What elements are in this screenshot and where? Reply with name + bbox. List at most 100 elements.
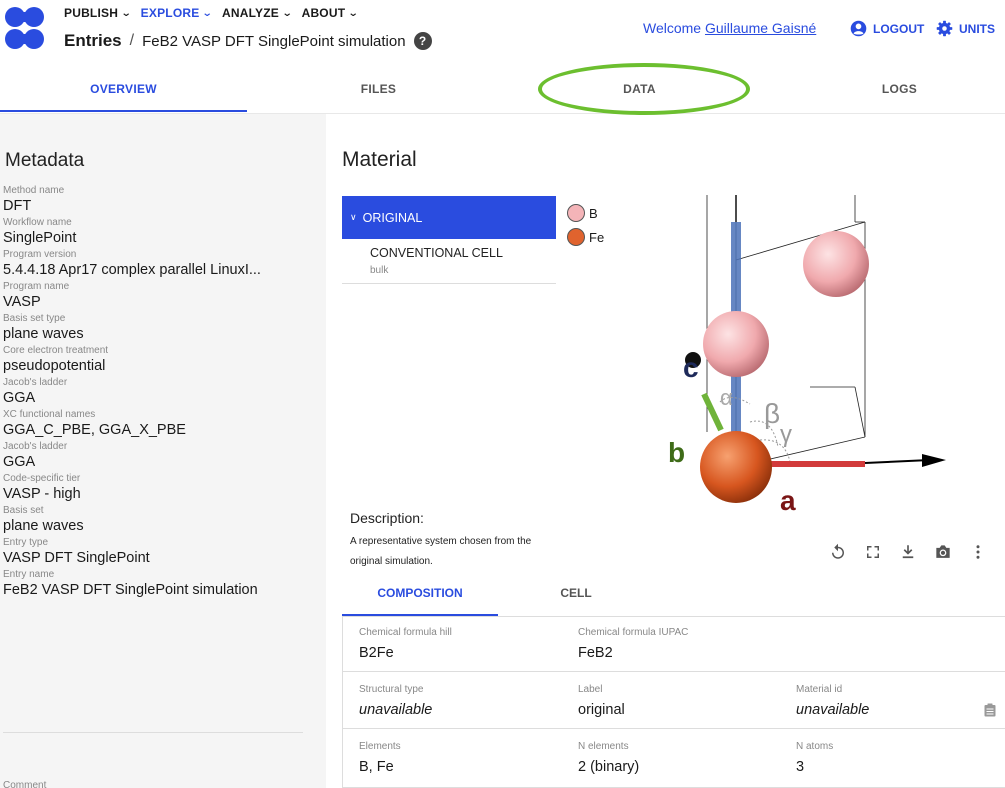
breadcrumb: Entries / FeB2 VASP DFT SinglePoint simu… [64,31,432,51]
material-title: Material [342,148,417,171]
legend-swatch-b [567,204,585,222]
reset-view-icon [832,543,844,559]
atom-fe-1[interactable] [700,431,772,503]
nav-about[interactable]: ABOUT ⌄ [301,6,360,20]
units-button[interactable]: UNITS [936,20,995,37]
alpha-label: α [720,385,733,410]
metadata-field-value: VASP DFT SinglePoint [3,550,150,566]
tree-item-original-label: ORIGINAL [362,210,423,225]
metadata-field-label: Jacob's ladder [3,441,68,452]
metadata-field-label: Basis set [3,505,44,516]
welcome-message: Welcome Guillaume Gaisné [643,20,816,36]
gear-icon [936,20,953,37]
metadata-field-value: GGA [3,454,36,470]
more-options-button[interactable] [968,542,988,562]
download-button[interactable] [898,542,918,562]
metadata-field-value: GGA [3,390,36,406]
camera-icon [936,545,950,558]
beta-label: β [764,398,780,429]
app-header: PUBLISH ⌄ EXPLORE ⌄ ANALYZE ⌄ ABOUT ⌄ En… [0,0,1005,64]
metadata-field-value: FeB2 VASP DFT SinglePoint simulation [3,582,258,598]
formula-iupac-value: FeB2 [578,645,613,661]
tree-item-conventional-cell[interactable]: CONVENTIONAL CELL bulk [342,241,556,284]
logout-label: LOGOUT [873,21,925,36]
chevron-down-icon: ⌄ [120,7,132,19]
metadata-field-label: Method name [3,185,65,196]
top-navigation: PUBLISH ⌄ EXPLORE ⌄ ANALYZE ⌄ ABOUT ⌄ [64,6,360,20]
formula-iupac-label: Chemical formula IUPAC [578,627,689,638]
data-tab-highlight-annotation [538,63,750,115]
chevron-down-icon: ⌄ [202,7,214,19]
atom-b-2[interactable] [703,311,769,377]
b-axis-line [701,392,724,432]
label-value: original [578,702,625,718]
table-row: Elements B, Fe N elements 2 (binary) N a… [343,731,1005,786]
metadata-field-value: plane waves [3,326,84,342]
nav-publish-label: PUBLISH [64,6,119,20]
metadata-field-value: DFT [3,198,32,214]
nav-publish[interactable]: PUBLISH ⌄ [64,6,132,20]
metadata-field-label: Entry name [3,569,55,580]
metadata-field-label: Entry type [3,537,49,548]
legend-item-fe: Fe [567,225,604,249]
n-elements-value: 2 (binary) [578,759,640,775]
table-row: Chemical formula hill B2Fe Chemical form… [343,617,1005,672]
description-title: Description: [350,510,424,526]
metadata-field-label: Jacob's ladder [3,377,68,388]
user-name-link[interactable]: Guillaume Gaisné [705,20,816,36]
atom-b-1[interactable] [803,231,869,297]
legend-label-fe: Fe [589,229,605,245]
metadata-field-value: VASP - high [3,486,81,502]
active-tab-indicator [0,110,247,112]
n-elements-label: N elements [578,741,629,752]
nav-about-label: ABOUT [301,6,346,20]
tree-item-original[interactable]: ∨ ORIGINAL [342,196,556,239]
metadata-list: Method name DFT Workflow name SinglePoint Pr… [3,184,313,601]
metadata-title: Metadata [5,150,85,171]
n-atoms-label: N atoms [796,741,834,752]
label-label: Label [578,684,603,695]
metadata-field-value: plane waves [3,518,84,534]
structural-type-label: Structural type [359,684,424,695]
tab-cell[interactable]: CELL [498,572,654,614]
metadata-field-label: XC functional names [3,409,96,420]
metadata-field-label: Workflow name [3,217,72,228]
formula-hill-value: B2Fe [359,645,394,661]
elements-label: Elements [359,741,401,752]
nav-analyze[interactable]: ANALYZE ⌄ [222,6,293,20]
gamma-label: γ [780,421,792,448]
fullscreen-button[interactable] [863,542,883,562]
n-atoms-value: 3 [796,759,805,775]
tab-overview[interactable]: OVERVIEW [0,64,247,114]
breadcrumb-entries[interactable]: Entries [64,31,122,51]
tab-logs[interactable]: LOGS [776,64,1005,114]
description-text: A representative system chosen from the … [350,536,532,567]
a-axis-label: a [780,485,796,516]
metadata-field-value: pseudopotential [3,358,106,374]
legend-swatch-fe [567,228,585,246]
nav-explore[interactable]: EXPLORE ⌄ [141,6,214,20]
chevron-down-icon: ⌄ [281,7,293,19]
clipboard-icon[interactable] [984,703,996,717]
tab-files[interactable]: FILES [255,64,502,114]
metadata-divider [3,732,303,733]
welcome-prefix: Welcome [643,20,702,36]
element-legend: B Fe [567,201,604,249]
material-id-label: Material id [796,684,843,695]
metadata-field-value: GGA_C_PBE, GGA_X_PBE [3,422,186,438]
comment-label: Comment [3,780,47,788]
chevron-down-icon: ⌄ [347,7,360,19]
metadata-field-label: Code-specific tier [3,473,81,484]
structure-viewer[interactable]: α β γ c b a [650,192,1005,522]
legend-item-b: B [567,201,604,225]
tree-item-conventional-cell-sub: bulk [370,265,389,276]
account-circle-icon [850,20,867,37]
help-icon[interactable]: ? [413,32,432,50]
reset-view-button[interactable] [828,542,848,562]
tab-composition[interactable]: COMPOSITION [342,572,498,614]
logout-button[interactable]: LOGOUT [850,20,924,37]
metadata-field-label: Program version [3,249,77,260]
nomad-logo[interactable] [3,4,47,52]
breadcrumb-separator: / [129,32,135,49]
screenshot-button[interactable] [933,542,953,562]
